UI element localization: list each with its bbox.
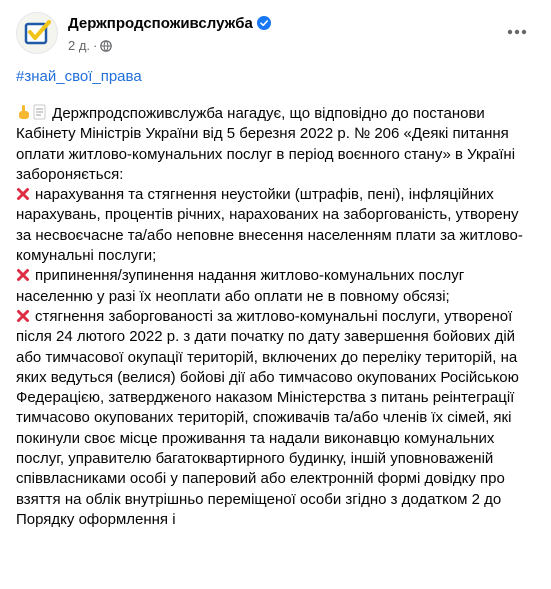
post-body: Держпродспоживслужба нагадує, що відпові… bbox=[16, 104, 536, 530]
globe-icon[interactable] bbox=[100, 40, 113, 52]
memo-icon bbox=[33, 104, 46, 120]
post-intro-text: Держпродспоживслужба нагадує, що відпові… bbox=[16, 105, 516, 183]
facebook-post: Держпродспоживслужба 2 д. · #знай_свої_пр… bbox=[0, 0, 551, 589]
page-avatar[interactable] bbox=[16, 12, 58, 54]
list-item: нарахування та стягнення неустойки (штра… bbox=[16, 185, 536, 266]
list-item: стягнення заборгованості за житлово-кому… bbox=[16, 307, 536, 530]
hashtag-link[interactable]: #знай_свої_права bbox=[16, 68, 142, 85]
post-time[interactable]: 2 д. bbox=[68, 38, 90, 53]
pointing-hand-icon bbox=[19, 105, 29, 119]
page-logo-icon bbox=[24, 20, 51, 45]
list-item: припинення/зупинення надання житлово-ком… bbox=[16, 266, 536, 307]
list-item-text: нарахування та стягнення неустойки (штра… bbox=[16, 186, 523, 265]
meta-separator: · bbox=[93, 38, 98, 53]
verified-badge-icon bbox=[256, 16, 271, 30]
list-item-text: стягнення заборгованості за житлово-кому… bbox=[16, 307, 519, 528]
more-options-button[interactable] bbox=[499, 14, 535, 50]
list-item-text: припинення/зупинення надання житлово-ком… bbox=[16, 267, 465, 305]
post-intro: Держпродспоживслужба нагадує, що відпові… bbox=[16, 104, 536, 185]
page-name[interactable]: Держпродспоживслужба bbox=[68, 15, 271, 32]
red-cross-icon bbox=[17, 269, 29, 282]
page-name-text[interactable]: Держпродспоживслужба bbox=[68, 15, 253, 32]
post-meta: 2 д. · bbox=[68, 38, 113, 53]
more-horizontal-icon bbox=[507, 29, 527, 35]
red-cross-icon bbox=[17, 309, 29, 322]
red-cross-icon bbox=[17, 188, 29, 201]
post-header: Держпродспоживслужба 2 д. · bbox=[16, 12, 535, 56]
